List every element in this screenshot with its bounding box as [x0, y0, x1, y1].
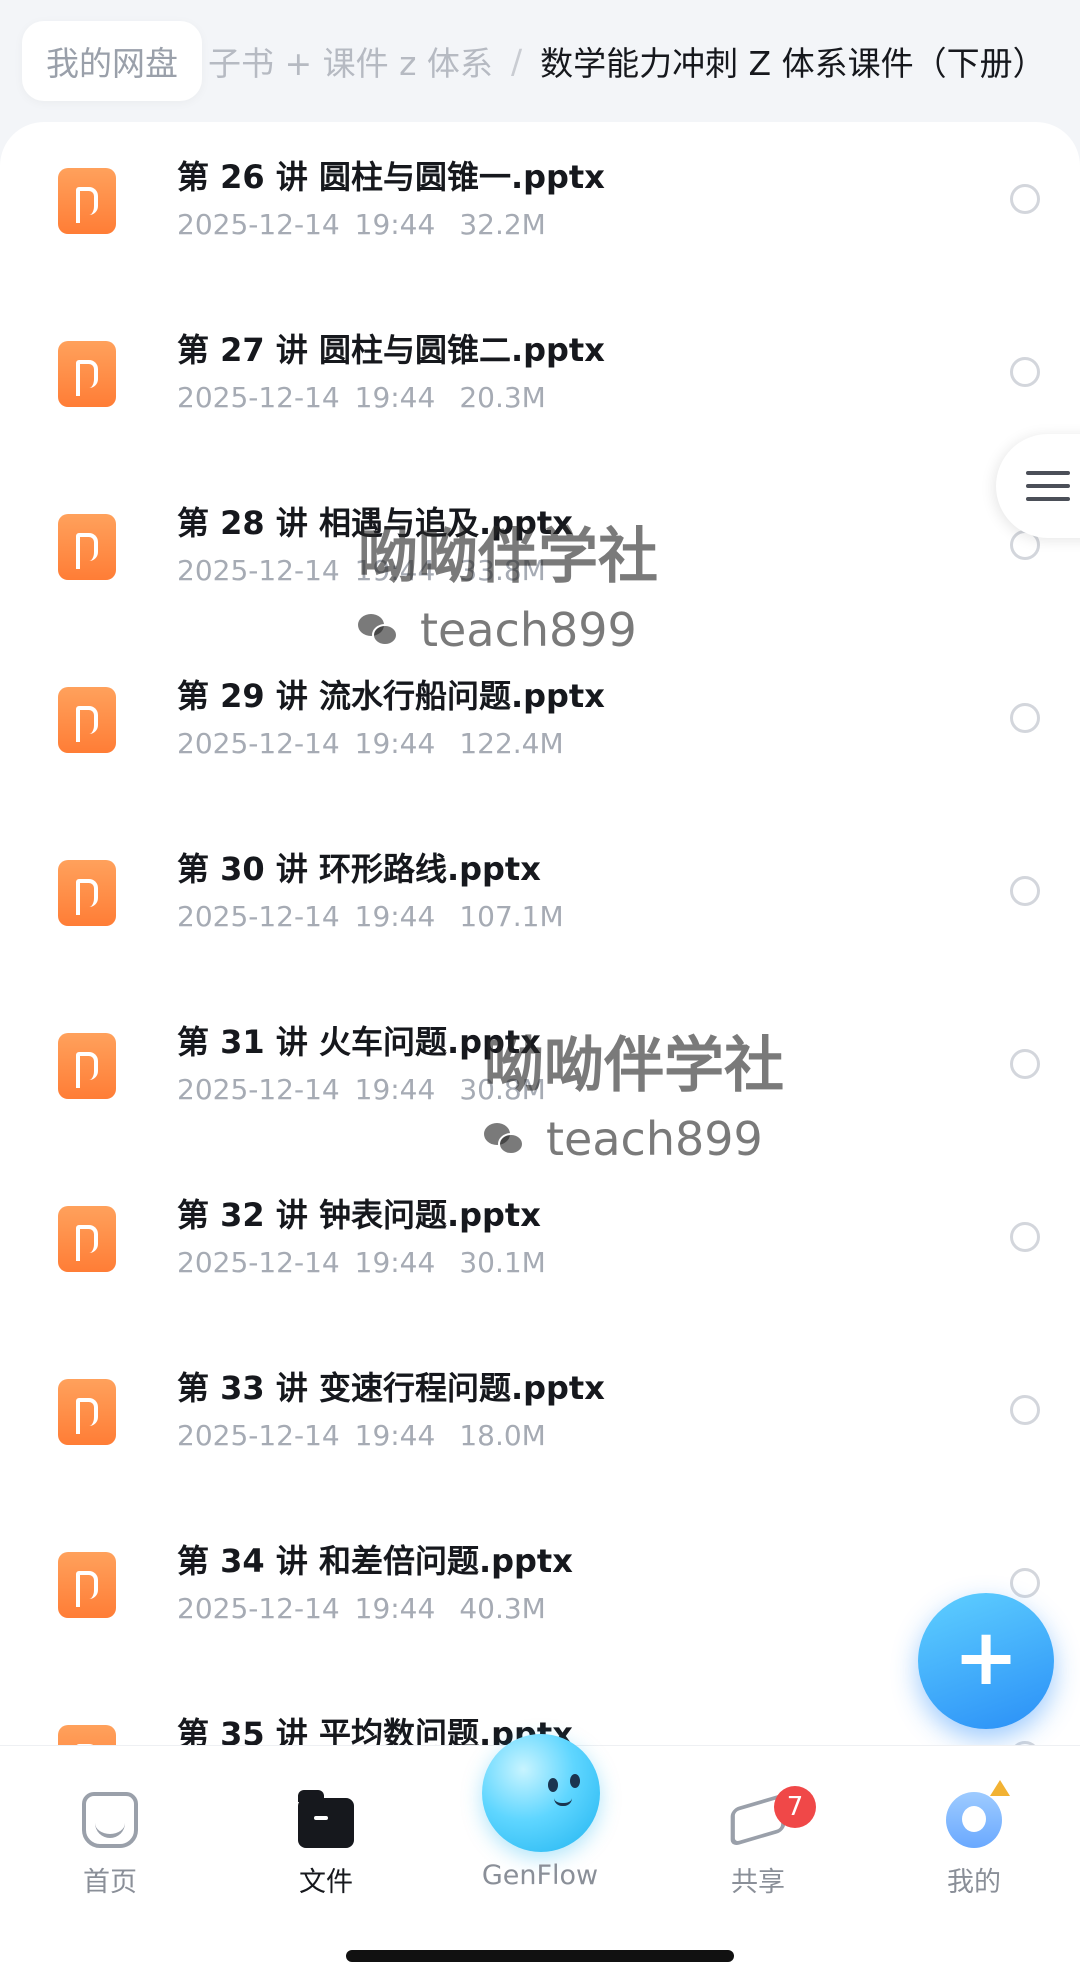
- nav-home-label: 首页: [83, 1867, 137, 1898]
- nav-genflow-label: GenFlow: [481, 1860, 599, 1891]
- home-icon: [82, 1792, 138, 1848]
- file-meta: 2025-12-14 19:44 107.1M: [177, 900, 588, 933]
- file-row[interactable]: 第 29 讲 流水行船问题.pptx 2025-12-14 19:44 122.4…: [0, 641, 1080, 814]
- file-row[interactable]: 第 28 讲 相遇与追及.pptx 2025-12-14 19:44 33.8M: [0, 468, 1080, 641]
- nav-me[interactable]: 我的: [894, 1746, 1054, 1898]
- file-name: 第 30 讲 环形路线.pptx: [177, 850, 541, 888]
- select-checkbox[interactable]: [1010, 1222, 1040, 1252]
- pptx-icon: [58, 1206, 116, 1272]
- file-meta: 2025-12-14 19:44 18.0M: [177, 1419, 570, 1452]
- file-meta: 2025-12-14 19:44 30.1M: [177, 1246, 570, 1279]
- file-meta: 2025-12-14 19:44 30.8M: [177, 1073, 570, 1106]
- pptx-icon: [58, 687, 116, 753]
- breadcrumb-current: 数学能力冲刺 Z 体系课件（下册）: [540, 44, 1046, 83]
- file-date: 2025-12-14 19:44: [177, 1419, 436, 1452]
- file-size: 107.1M: [459, 900, 564, 933]
- file-date: 2025-12-14 19:44: [177, 1592, 436, 1625]
- nav-home[interactable]: 首页: [30, 1746, 190, 1898]
- file-size: 32.2M: [459, 208, 546, 241]
- share-badge: 7: [774, 1786, 816, 1828]
- file-name: 第 33 讲 变速行程问题.pptx: [177, 1369, 605, 1407]
- file-size: 40.3M: [459, 1592, 546, 1625]
- file-meta: 2025-12-14 19:44 122.4M: [177, 727, 588, 760]
- file-size: 20.3M: [459, 381, 546, 414]
- file-date: 2025-12-14 19:44: [177, 554, 436, 587]
- pptx-icon: [58, 1552, 116, 1618]
- file-size: 122.4M: [459, 727, 564, 760]
- nav-files-label: 文件: [299, 1867, 353, 1898]
- pptx-icon: [58, 1379, 116, 1445]
- avatar-icon: [946, 1792, 1002, 1848]
- file-name: 第 27 讲 圆柱与圆锥二.pptx: [177, 331, 605, 369]
- plus-icon: +: [953, 1613, 1019, 1703]
- select-checkbox[interactable]: [1010, 703, 1040, 733]
- file-row[interactable]: 第 32 讲 钟表问题.pptx 2025-12-14 19:44 30.1M: [0, 1160, 1080, 1333]
- bottom-nav: 首页 文件 GenFlow 7 共享 我的: [0, 1734, 1080, 1982]
- file-date: 2025-12-14 19:44: [177, 900, 436, 933]
- file-row[interactable]: 第 26 讲 圆柱与圆锥一.pptx 2025-12-14 19:44 32.2M: [0, 122, 1080, 295]
- nav-share[interactable]: 7 共享: [678, 1746, 838, 1898]
- breadcrumb-parent[interactable]: 子书 + 课件 z 体系: [208, 37, 493, 85]
- file-name: 第 26 讲 圆柱与圆锥一.pptx: [177, 158, 605, 196]
- file-date: 2025-12-14 19:44: [177, 208, 436, 241]
- file-meta: 2025-12-14 19:44 33.8M: [177, 554, 570, 587]
- select-checkbox[interactable]: [1010, 184, 1040, 214]
- file-name: 第 28 讲 相遇与追及.pptx: [177, 504, 573, 542]
- select-checkbox[interactable]: [1010, 1395, 1040, 1425]
- select-checkbox[interactable]: [1010, 1049, 1040, 1079]
- file-meta: 2025-12-14 19:44 32.2M: [177, 208, 570, 241]
- file-date: 2025-12-14 19:44: [177, 381, 436, 414]
- pptx-icon: [58, 514, 116, 580]
- nav-files[interactable]: 文件: [246, 1746, 406, 1898]
- breadcrumb: 我的网盘 子书 + 课件 z 体系 / 数学能力冲刺 Z 体系课件（下册）: [0, 0, 1080, 122]
- file-name: 第 29 讲 流水行船问题.pptx: [177, 677, 605, 715]
- add-button[interactable]: +: [918, 1593, 1054, 1729]
- nav-me-label: 我的: [947, 1867, 1001, 1898]
- pptx-icon: [58, 1033, 116, 1099]
- file-row[interactable]: 第 27 讲 圆柱与圆锥二.pptx 2025-12-14 19:44 20.3M: [0, 295, 1080, 468]
- folder-icon: [298, 1790, 354, 1848]
- file-meta: 2025-12-14 19:44 20.3M: [177, 381, 570, 414]
- pptx-icon: [58, 168, 116, 234]
- file-name: 第 32 讲 钟表问题.pptx: [177, 1196, 541, 1234]
- pptx-icon: [58, 860, 116, 926]
- breadcrumb-separator: /: [510, 41, 523, 81]
- home-indicator: [346, 1950, 734, 1962]
- nav-genflow[interactable]: GenFlow: [460, 1746, 620, 1896]
- file-size: 30.1M: [459, 1246, 546, 1279]
- hamburger-menu-icon: [1026, 471, 1070, 501]
- file-size: 18.0M: [459, 1419, 546, 1452]
- file-date: 2025-12-14 19:44: [177, 1073, 436, 1106]
- file-size: 30.8M: [459, 1073, 546, 1106]
- file-row[interactable]: 第 33 讲 变速行程问题.pptx 2025-12-14 19:44 18.0M: [0, 1333, 1080, 1506]
- file-meta: 2025-12-14 19:44 40.3M: [177, 1592, 570, 1625]
- file-date: 2025-12-14 19:44: [177, 1246, 436, 1279]
- pptx-icon: [58, 341, 116, 407]
- file-list: 第 26 讲 圆柱与圆锥一.pptx 2025-12-14 19:44 32.2M…: [0, 122, 1080, 1782]
- file-name: 第 34 讲 和差倍问题.pptx: [177, 1542, 573, 1580]
- file-name: 第 31 讲 火车问题.pptx: [177, 1023, 541, 1061]
- select-checkbox[interactable]: [1010, 876, 1040, 906]
- breadcrumb-root[interactable]: 我的网盘: [22, 21, 202, 101]
- select-checkbox[interactable]: [1010, 1568, 1040, 1598]
- file-row[interactable]: 第 30 讲 环形路线.pptx 2025-12-14 19:44 107.1M: [0, 814, 1080, 987]
- crown-icon: [990, 1780, 1010, 1796]
- nav-share-label: 共享: [731, 1867, 785, 1898]
- file-date: 2025-12-14 19:44: [177, 727, 436, 760]
- file-size: 33.8M: [459, 554, 546, 587]
- file-row[interactable]: 第 31 讲 火车问题.pptx 2025-12-14 19:44 30.8M: [0, 987, 1080, 1160]
- select-checkbox[interactable]: [1010, 357, 1040, 387]
